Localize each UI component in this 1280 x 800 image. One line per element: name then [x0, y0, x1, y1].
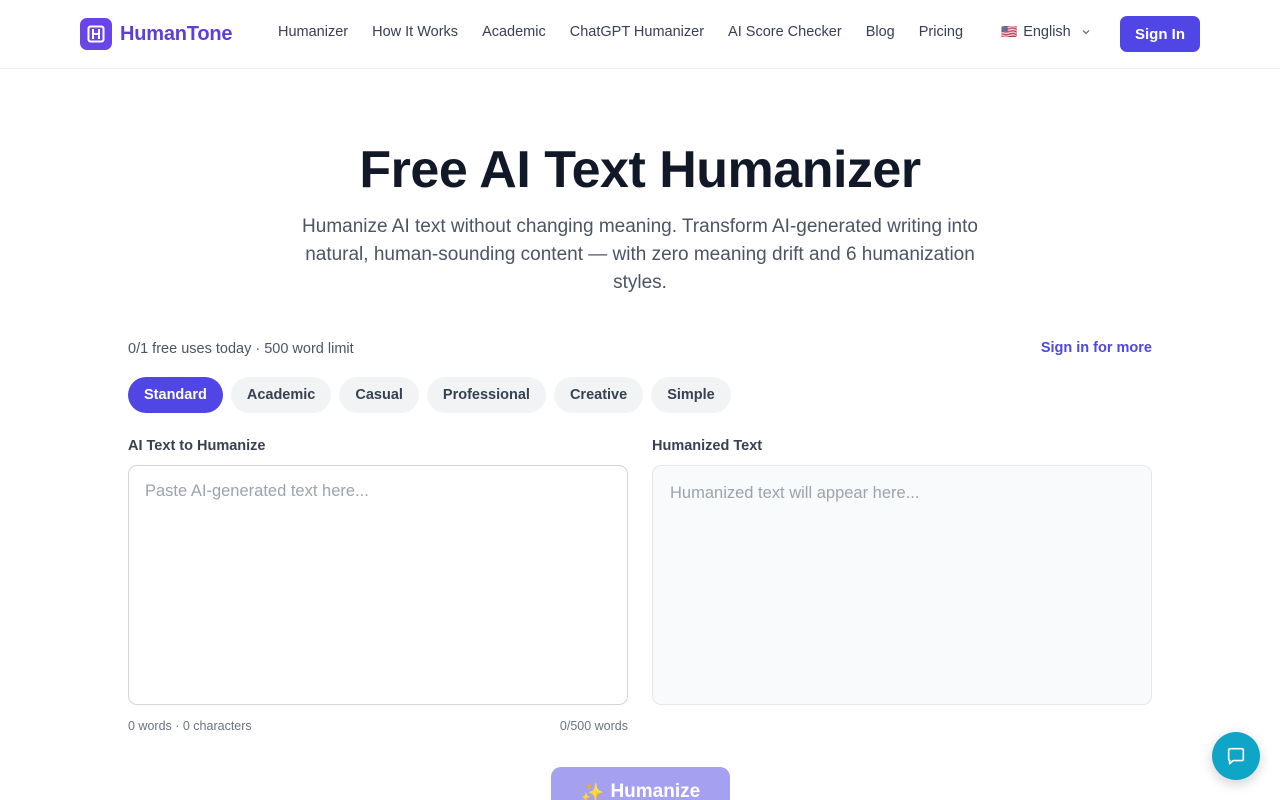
logo-icon: [80, 18, 112, 50]
us-flag-icon: 🇺🇸: [1001, 24, 1018, 39]
nav-item-academic[interactable]: Academic: [482, 24, 546, 40]
mode-casual[interactable]: Casual: [339, 377, 419, 413]
brand-name: HumanTone: [120, 22, 233, 45]
brand-logo[interactable]: HumanTone: [80, 18, 232, 50]
chat-button[interactable]: [1212, 732, 1260, 780]
usage-info: 0/1 free uses today · 500 word limit: [128, 341, 354, 357]
output-placeholder: Humanized text will appear here...: [670, 484, 920, 502]
word-limit-counter: 0/500 words: [559, 719, 628, 733]
main-nav: Humanizer How It Works Academic ChatGPT …: [278, 24, 987, 40]
page-title: Free AI Text Humanizer: [359, 141, 921, 199]
nav-item-pricing[interactable]: Pricing: [919, 24, 963, 40]
mode-professional[interactable]: Professional: [426, 377, 546, 413]
mode-academic[interactable]: Academic: [230, 377, 332, 413]
input-panel: [128, 465, 628, 705]
site-header: HumanTone Humanizer How It Works Academi…: [0, 0, 1280, 69]
chat-bubble-icon: [1227, 747, 1245, 765]
ai-text-input[interactable]: [129, 466, 627, 704]
nav-item-ai-score-checker[interactable]: AI Score Checker: [728, 24, 842, 40]
language-label: English: [1023, 24, 1071, 40]
sign-in-for-more-link[interactable]: Sign in for more: [1041, 340, 1152, 356]
nav-item-how-it-works[interactable]: How It Works: [372, 24, 458, 40]
nav-item-humanizer[interactable]: Humanizer: [278, 24, 348, 40]
mode-creative[interactable]: Creative: [553, 377, 644, 413]
humanized-output: Humanized text will appear here...: [652, 465, 1152, 705]
language-selector[interactable]: 🇺🇸 English: [1001, 24, 1091, 40]
nav-item-blog[interactable]: Blog: [866, 24, 895, 40]
page-subtitle: Humanize AI text without changing meanin…: [302, 216, 978, 293]
sparkles-icon: ✨: [580, 783, 605, 800]
style-selector: Standard Academic Casual Professional Cr…: [128, 377, 731, 413]
input-label: AI Text to Humanize: [128, 438, 266, 454]
input-stats: 0 words · 0 characters: [128, 719, 252, 733]
chevron-down-icon: [1082, 30, 1090, 35]
mode-standard[interactable]: Standard: [128, 377, 223, 413]
output-label: Humanized Text: [652, 438, 763, 454]
nav-item-chatgpt-humanizer[interactable]: ChatGPT Humanizer: [570, 24, 704, 40]
humanize-button[interactable]: ✨ Humanize: [551, 767, 730, 800]
sign-in-button[interactable]: Sign In: [1120, 16, 1200, 52]
humanize-button-label: Humanize: [610, 781, 701, 800]
mode-simple[interactable]: Simple: [651, 377, 731, 413]
